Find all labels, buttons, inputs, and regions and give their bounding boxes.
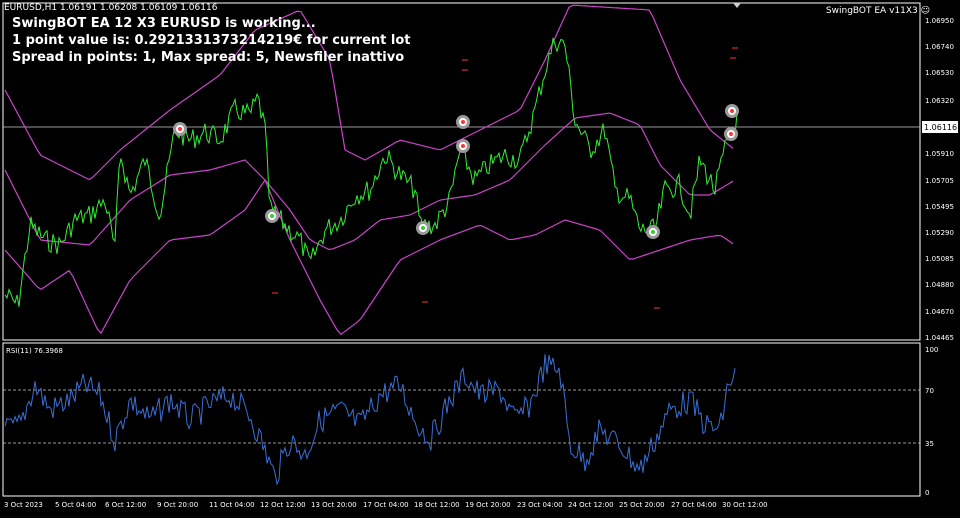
time-tick: 30 Oct 12:00 (722, 501, 768, 509)
time-tick: 19 Oct 20:00 (465, 501, 511, 509)
time-tick: 18 Oct 12:00 (414, 501, 460, 509)
rsi-tick: 0 (925, 489, 929, 497)
time-tick: 11 Oct 04:00 (209, 501, 255, 509)
price-tick: 1.04465 (925, 334, 954, 342)
ea-label: SwingBOT EA v11X3 ☺ (825, 6, 930, 16)
rsi-tick: 70 (925, 387, 934, 395)
price-tick: 1.05910 (925, 150, 954, 158)
trade-marker-icon[interactable] (416, 221, 430, 235)
marker-dot (461, 144, 465, 148)
rsi-title: RSI(11) 76.3968 (6, 347, 63, 355)
time-tick: 6 Oct 12:00 (105, 501, 146, 509)
price-tick: 1.05085 (925, 255, 954, 263)
price-tick: 1.06530 (925, 69, 954, 77)
rsi-pane[interactable] (2, 342, 921, 497)
trading-chart[interactable]: 1.06116 1.06950 1.06740 1.06530 1.06320 … (0, 0, 960, 518)
marker-dot (421, 226, 425, 230)
trade-marker-icon[interactable] (456, 115, 470, 129)
price-tick: 1.04670 (925, 308, 954, 316)
rsi-tick: 35 (925, 440, 934, 448)
trade-marker-icon[interactable] (646, 225, 660, 239)
trade-marker-icon[interactable] (725, 104, 739, 118)
price-tick: 1.05705 (925, 177, 954, 185)
time-tick: 23 Oct 04:00 (517, 501, 563, 509)
time-tick: 27 Oct 04:00 (671, 501, 717, 509)
rsi-tick: 100 (925, 346, 938, 354)
current-price-label: 1.06116 (924, 123, 957, 132)
time-tick: 17 Oct 04:00 (363, 501, 409, 509)
time-tick: 24 Oct 12:00 (568, 501, 614, 509)
time-tick: 13 Oct 20:00 (311, 501, 357, 509)
time-tick: 9 Oct 20:00 (157, 501, 198, 509)
price-axis: 1.06950 1.06740 1.06530 1.06320 1.05910 … (925, 17, 954, 342)
marker-dot (270, 214, 274, 218)
time-tick: 12 Oct 12:00 (260, 501, 306, 509)
symbol-info: EURUSD,H1 1.06191 1.06208 1.06109 1.0611… (4, 3, 218, 13)
marker-dot (651, 230, 655, 234)
rsi-axis: 100 70 35 0 (925, 346, 938, 497)
trade-marker-icon[interactable] (456, 139, 470, 153)
marker-dot (461, 120, 465, 124)
price-tick: 1.06950 (925, 17, 954, 25)
marker-dot (729, 132, 733, 136)
time-tick: 25 Oct 20:00 (619, 501, 665, 509)
time-tick: 3 Oct 2023 (4, 501, 43, 509)
price-tick: 1.06320 (925, 97, 954, 105)
price-tick: 1.05290 (925, 229, 954, 237)
time-tick: 5 Oct 04:00 (55, 501, 96, 509)
time-axis: 3 Oct 2023 5 Oct 04:00 6 Oct 12:00 9 Oct 20… (4, 501, 768, 509)
main-chart-pane[interactable] (2, 2, 921, 341)
marker-dot (730, 109, 734, 113)
price-tick: 1.04880 (925, 281, 954, 289)
trade-marker-icon[interactable] (265, 209, 279, 223)
marker-dot (178, 127, 182, 131)
trade-marker-icon[interactable] (173, 122, 187, 136)
trade-marker-icon[interactable] (724, 127, 738, 141)
price-tick: 1.05495 (925, 203, 954, 211)
price-tick: 1.06740 (925, 43, 954, 51)
